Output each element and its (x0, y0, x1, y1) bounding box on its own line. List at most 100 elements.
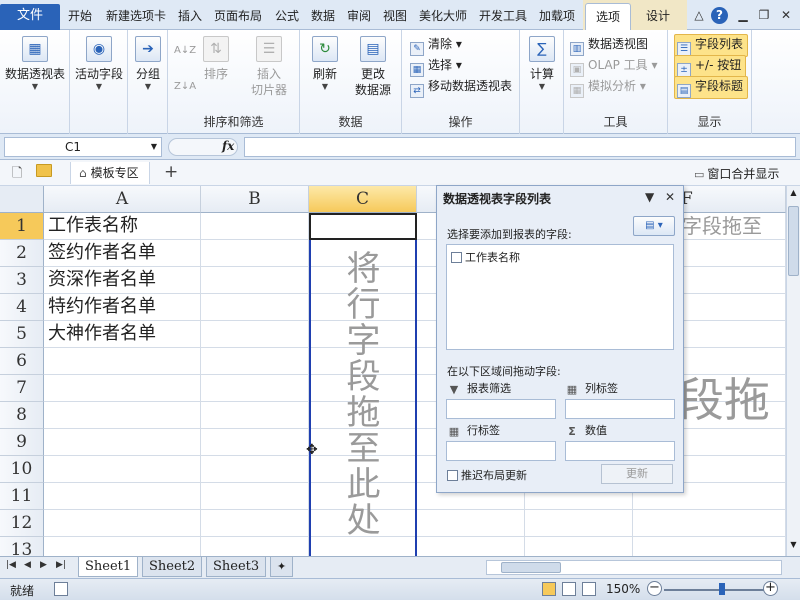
grid-cell[interactable]: 资深作者名单 (44, 267, 201, 294)
grid-cell[interactable] (201, 510, 309, 537)
grid-cell[interactable] (201, 321, 309, 348)
row-header[interactable]: 7 (0, 375, 44, 402)
select-button[interactable]: ▦ 选择 ▾ (410, 56, 462, 77)
tab-options[interactable]: 选项 (585, 3, 632, 31)
pivot-chart-button[interactable]: ▥ 数据透视图 (570, 35, 648, 56)
change-source-button[interactable]: ▤ 更改 数据源 (346, 36, 400, 98)
field-list-button[interactable]: ☰ 字段列表 (674, 34, 749, 57)
tab-home[interactable]: 开始 (68, 6, 92, 26)
grid-cell[interactable] (44, 510, 201, 537)
grid-cell[interactable] (201, 213, 309, 240)
tab-formulas[interactable]: 公式 (275, 6, 299, 26)
zoom-in-icon[interactable]: + (763, 581, 778, 596)
chevron-down-icon[interactable]: ▼ (151, 138, 157, 156)
pane-menu-icon[interactable]: ▼ (645, 190, 654, 204)
grid-cell[interactable]: 工作表名称 (44, 213, 201, 240)
tab-data[interactable]: 数据 (311, 6, 335, 26)
grid-cell[interactable] (201, 294, 309, 321)
row-header[interactable]: 8 (0, 402, 44, 429)
column-header-a[interactable]: A (44, 186, 201, 213)
row-header[interactable]: 5 (0, 321, 44, 348)
tab-review[interactable]: 审阅 (347, 6, 371, 26)
row-header[interactable]: 9 (0, 429, 44, 456)
first-sheet-icon[interactable]: |◀ (6, 560, 16, 570)
sort-za-button[interactable]: Z↓A (174, 78, 196, 96)
sheet-tab-3[interactable]: Sheet3 (206, 557, 267, 577)
values-area[interactable] (565, 441, 675, 461)
column-header-c[interactable]: C (309, 186, 417, 213)
vertical-scrollbar[interactable]: ▲ ▼ (786, 186, 800, 556)
horizontal-scroll-thumb[interactable] (501, 562, 561, 573)
field-item[interactable]: 工作表名称 (451, 249, 520, 265)
field-checkbox[interactable] (451, 252, 462, 263)
update-button[interactable]: 更新 (601, 464, 673, 484)
grid-cell[interactable] (525, 510, 633, 537)
what-if-button[interactable]: ▦ 模拟分析 ▾ (570, 77, 646, 98)
group-button[interactable]: ➔ 分组 ▼ (130, 36, 166, 92)
minimize-icon[interactable]: ▁ (736, 8, 750, 22)
zoom-level[interactable]: 150% (606, 582, 640, 596)
tab-page-layout[interactable]: 页面布局 (214, 6, 262, 26)
add-tab-button[interactable]: + (164, 162, 178, 182)
help-icon[interactable]: ? (711, 7, 728, 24)
tab-new[interactable]: 新建选项卡 (106, 6, 166, 26)
sort-az-button[interactable]: A↓Z (174, 42, 196, 60)
grid-cell[interactable] (44, 483, 201, 510)
grid-cell[interactable] (525, 537, 633, 556)
tab-insert[interactable]: 插入 (178, 6, 202, 26)
grid-cell[interactable] (201, 429, 309, 456)
sheet-tab-2[interactable]: Sheet2 (142, 557, 203, 577)
row-header[interactable]: 1 (0, 213, 44, 240)
pane-close-icon[interactable]: ✕ (665, 190, 675, 204)
page-layout-view-icon[interactable] (562, 582, 576, 596)
insert-slicer-button[interactable]: ☰ 插入 切片器 (242, 36, 296, 98)
grid-cell[interactable] (201, 456, 309, 483)
row-header[interactable]: 10 (0, 456, 44, 483)
grid-cell[interactable] (201, 537, 309, 556)
row-header[interactable]: 11 (0, 483, 44, 510)
row-header[interactable]: 3 (0, 267, 44, 294)
calculate-button[interactable]: ∑ 计算 ▼ (524, 36, 560, 92)
grid-cell[interactable] (201, 240, 309, 267)
row-header[interactable]: 13 (0, 537, 44, 556)
sort-button[interactable]: ⇅ 排序 (198, 36, 234, 82)
defer-update-option[interactable]: 推迟布局更新 (447, 467, 527, 483)
defer-update-checkbox[interactable] (447, 470, 458, 481)
layout-options-button[interactable]: ▤ ▾ (633, 216, 675, 236)
insert-sheet-icon[interactable]: ✦ (270, 557, 294, 577)
tab-beautify[interactable]: 美化大师 (419, 6, 467, 26)
tab-addins[interactable]: 加载项 (539, 6, 575, 26)
grid-cell[interactable]: 签约作者名单 (44, 240, 201, 267)
grid-cell[interactable] (44, 537, 201, 556)
last-sheet-icon[interactable]: ▶| (56, 560, 66, 570)
tab-developer[interactable]: 开发工具 (479, 6, 527, 26)
grid-cell[interactable] (44, 348, 201, 375)
close-icon[interactable]: ✕ (779, 8, 793, 22)
grid-cell[interactable] (417, 537, 525, 556)
olap-tools-button[interactable]: ▣ OLAP 工具 ▾ (570, 56, 658, 77)
tab-view[interactable]: 视图 (383, 6, 407, 26)
grid-cell[interactable] (44, 456, 201, 483)
grid-cell[interactable] (201, 267, 309, 294)
refresh-button[interactable]: ↻ 刷新 ▼ (306, 36, 344, 92)
formula-input[interactable] (244, 137, 796, 157)
grid-cell[interactable] (201, 402, 309, 429)
grid-cell[interactable]: 大神作者名单 (44, 321, 201, 348)
grid-cell[interactable]: 特约作者名单 (44, 294, 201, 321)
pivot-table-button[interactable]: ▦ 数据透视表 ▼ (4, 36, 66, 92)
zoom-out-icon[interactable]: − (647, 581, 662, 596)
vertical-scroll-thumb[interactable] (788, 206, 799, 276)
tab-file[interactable]: 文件 (0, 4, 60, 30)
zoom-slider[interactable] (664, 589, 764, 591)
normal-view-icon[interactable] (542, 582, 556, 596)
grid-cell[interactable] (633, 510, 786, 537)
column-header-b[interactable]: B (201, 186, 309, 213)
plus-minus-button[interactable]: ± +/- 按钮 (674, 55, 747, 78)
tab-design[interactable]: 设计 (646, 6, 670, 26)
zoom-slider-knob[interactable] (719, 583, 725, 595)
active-cell-c1[interactable] (309, 213, 417, 240)
grid-cell[interactable] (417, 510, 525, 537)
row-header[interactable]: 4 (0, 294, 44, 321)
grid-cell[interactable] (633, 537, 786, 556)
sheet-tab-1[interactable]: Sheet1 (78, 557, 139, 577)
